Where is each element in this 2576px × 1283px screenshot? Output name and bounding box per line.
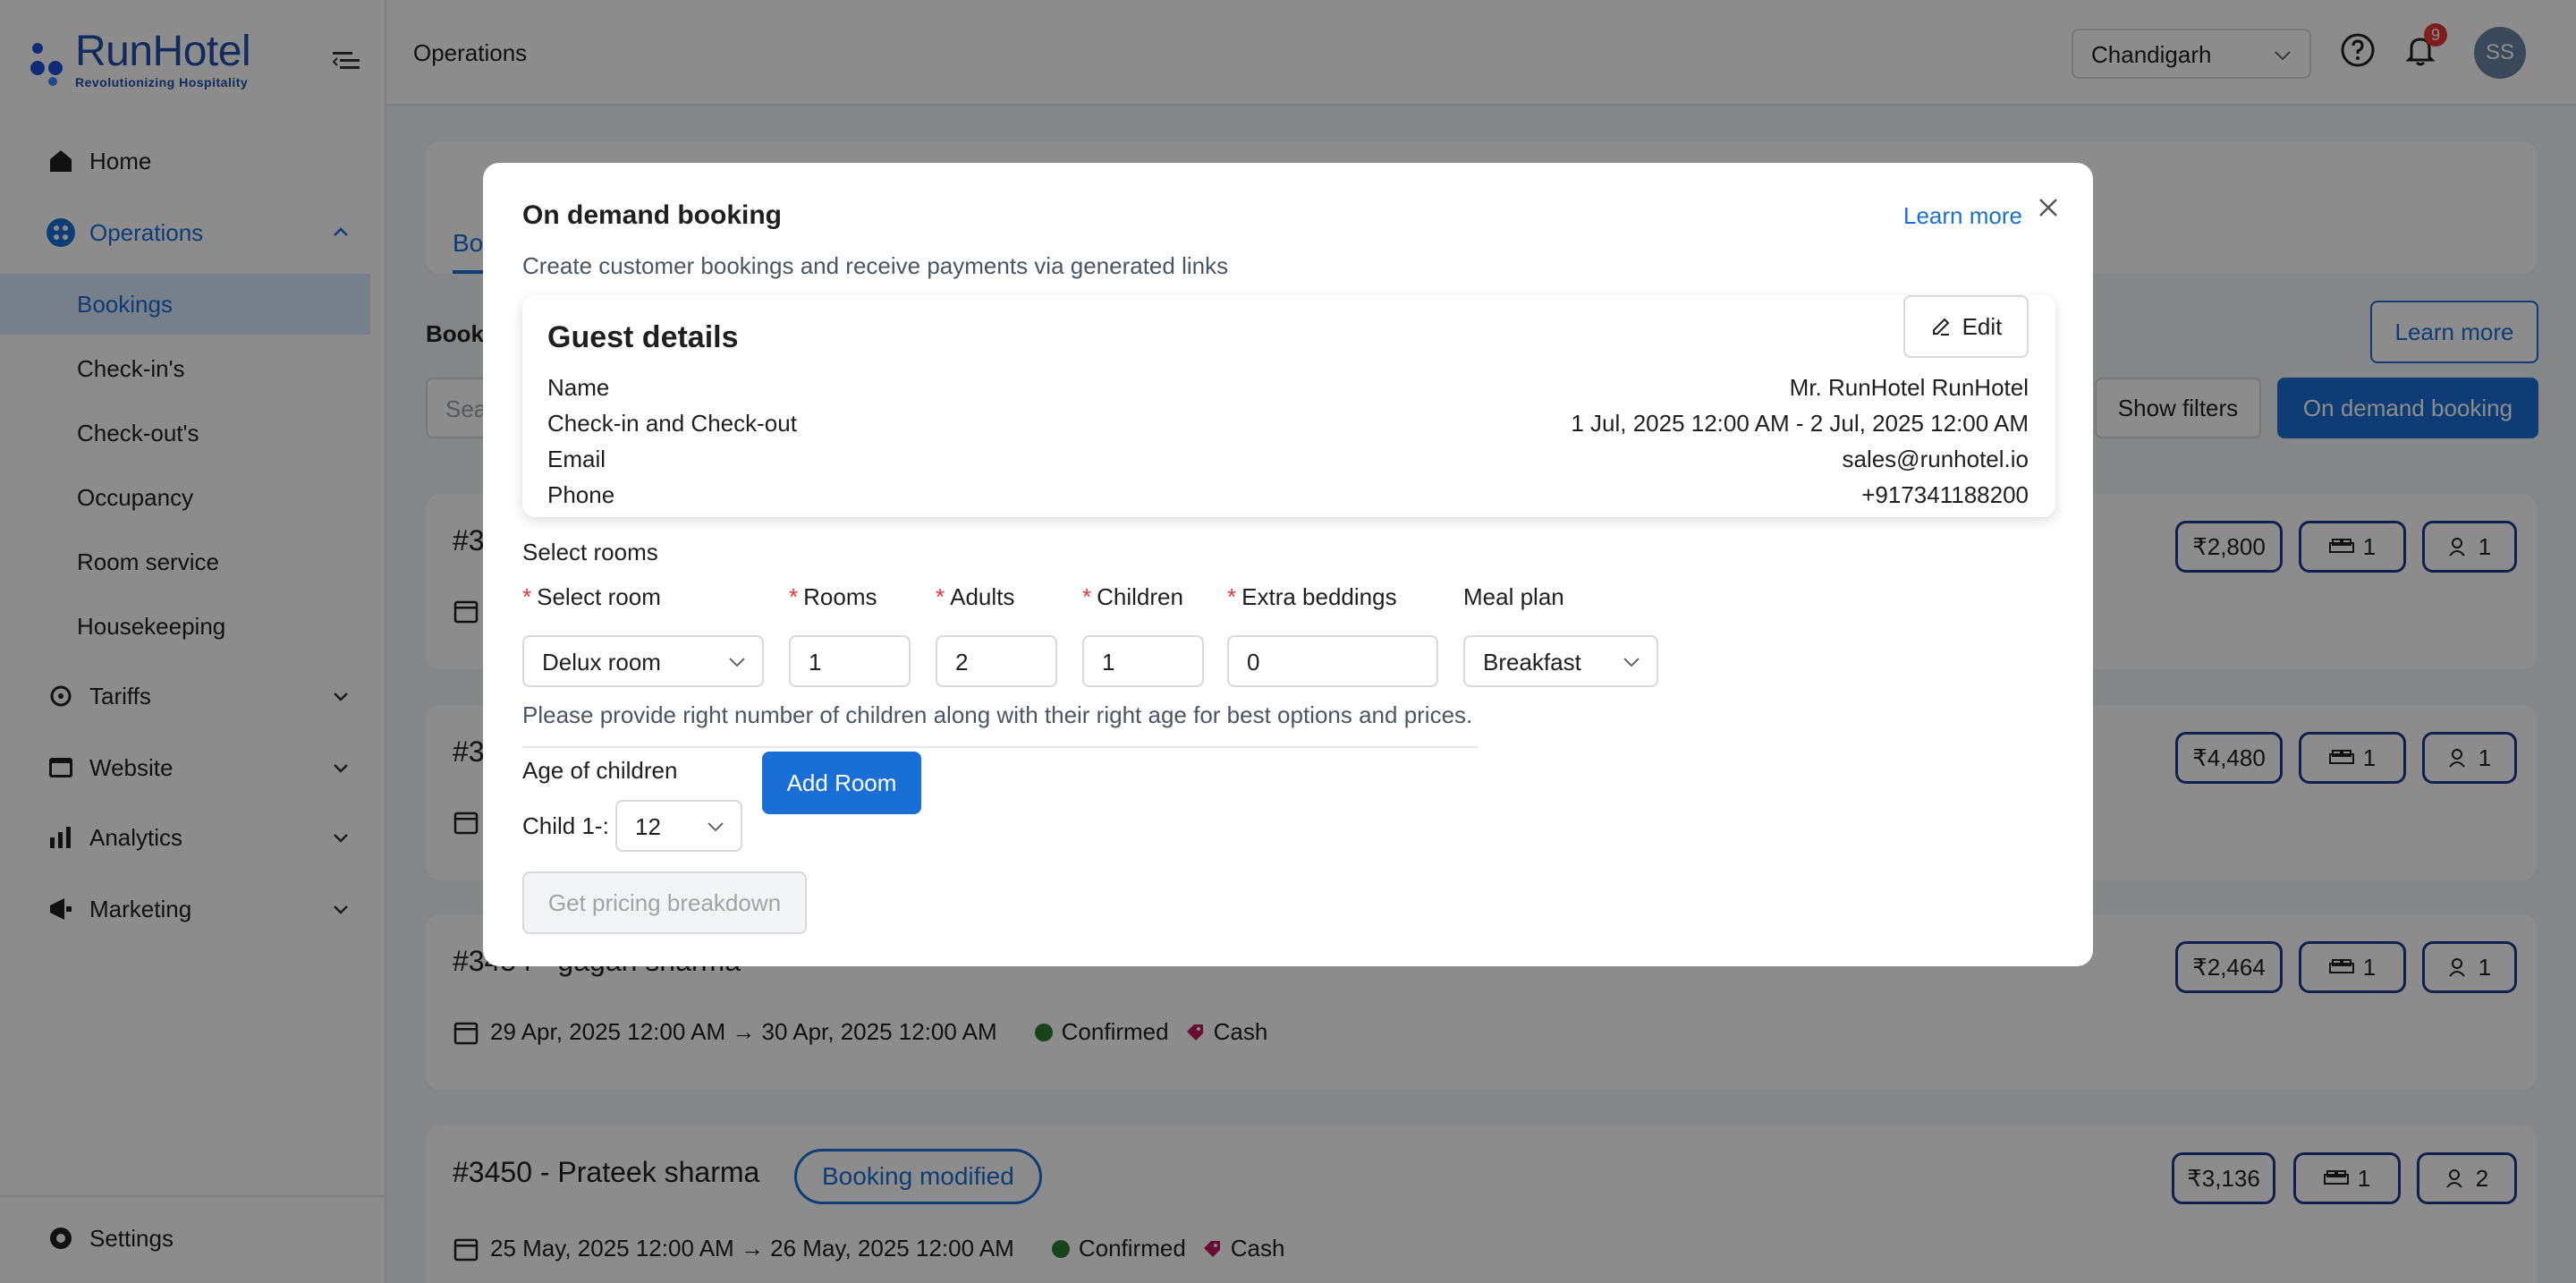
chevron-down-icon [1623,658,1640,667]
guest-row-name: Name Mr. RunHotel RunHotel [547,374,2029,401]
adults-input[interactable]: 2 [936,635,1057,687]
meal-plan-label: Meal plan [1463,583,1564,610]
modal-learn-more-link[interactable]: Learn more [1903,202,2022,230]
select-room-label: * Select room [522,583,661,610]
close-icon[interactable] [2036,195,2061,220]
pencil-icon [1932,318,1950,336]
guest-details-card: Guest details Edit Name Mr. RunHotel RunH… [522,295,2055,517]
divider [522,746,1478,748]
rooms-input[interactable]: 1 [789,635,911,687]
guest-row-email: Email sales@runhotel.io [547,446,2029,472]
child-1-label: Child 1-: [522,812,609,839]
extra-beddings-input[interactable]: 0 [1227,635,1438,687]
child-age-dropdown[interactable]: 12 [615,800,742,852]
edit-guest-button[interactable]: Edit [1903,295,2029,358]
age-of-children-label: Age of children [522,757,678,784]
modal-title: On demand booking [522,200,782,230]
get-pricing-breakdown-button[interactable]: Get pricing breakdown [522,871,807,934]
guest-row-phone: Phone +917341188200 [547,481,2029,508]
guest-details-title: Guest details [547,320,739,354]
children-input[interactable]: 1 [1082,635,1204,687]
adults-label: * Adults [936,583,1015,610]
select-rooms-label: Select rooms [522,539,658,565]
guest-row-dates: Check-in and Check-out 1 Jul, 2025 12:00 … [547,410,2029,437]
rooms-label: * Rooms [789,583,877,610]
extra-beddings-label: * Extra beddings [1227,583,1397,610]
add-room-button[interactable]: Add Room [762,752,921,814]
children-hint: Please provide right number of children … [522,701,1473,728]
on-demand-booking-modal: On demand booking Create customer bookin… [483,163,2093,966]
chevron-down-icon [708,822,724,832]
select-room-dropdown[interactable]: Delux room [522,635,764,687]
meal-plan-dropdown[interactable]: Breakfast [1463,635,1658,687]
app: RunHotel Revolutionizing Hospitality Hom… [0,0,2576,1283]
chevron-down-icon [729,658,745,667]
modal-subtitle: Create customer bookings and receive pay… [522,252,1229,279]
children-label: * Children [1082,583,1183,610]
